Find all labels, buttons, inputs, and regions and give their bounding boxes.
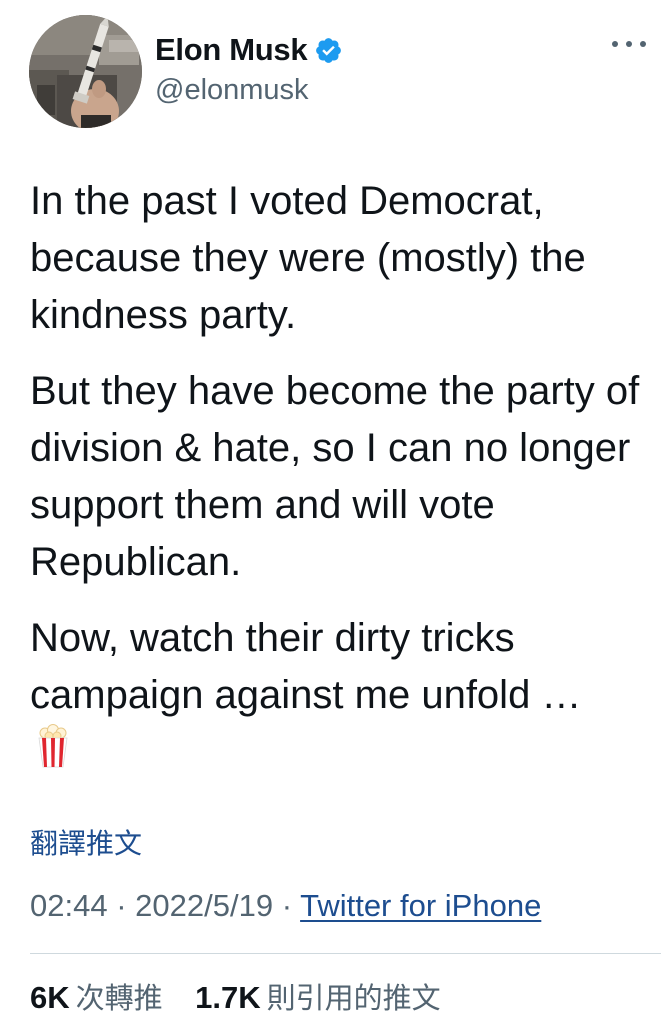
tweet-paragraph: Now, watch their dirty tricks campaign a… xyxy=(30,616,582,717)
meta-separator: · xyxy=(281,888,293,923)
tweet-stats: 6K 次轉推 1.7K 則引用的推文 xyxy=(30,975,441,1017)
handle[interactable]: @elonmusk xyxy=(155,74,343,107)
tweet-source-link[interactable]: Twitter for iPhone xyxy=(300,888,541,923)
retweets-count: 6K xyxy=(30,980,70,1015)
quotes-count: 1.7K xyxy=(195,980,261,1015)
verified-badge-icon xyxy=(314,36,343,65)
profile-photo-rocket-model xyxy=(29,15,142,128)
retweets-label: 次轉推 xyxy=(75,981,163,1015)
dot xyxy=(612,41,618,47)
name-row: Elon Musk xyxy=(155,28,343,72)
retweets-stat[interactable]: 6K 次轉推 xyxy=(30,980,172,1015)
display-name[interactable]: Elon Musk xyxy=(155,32,308,68)
author-block[interactable]: Elon Musk @elonmusk xyxy=(155,28,343,107)
meta-separator: · xyxy=(116,888,127,923)
more-horizontal-icon[interactable] xyxy=(612,34,646,54)
tweet-paragraph: But they have become the party of divisi… xyxy=(30,369,640,584)
tweet-paragraph: In the past I voted Democrat, because th… xyxy=(30,179,586,337)
divider xyxy=(30,953,661,954)
tweet-time[interactable]: 02:44 xyxy=(30,888,108,923)
quotes-label: 則引用的推文 xyxy=(266,981,441,1015)
avatar[interactable] xyxy=(29,15,142,128)
popcorn-emoji-icon xyxy=(37,724,69,768)
tweet-meta: 02:44 · 2022/5/19 · Twitter for iPhone xyxy=(30,888,541,924)
quotes-stat[interactable]: 1.7K 則引用的推文 xyxy=(195,980,441,1015)
dot xyxy=(626,41,632,47)
dot xyxy=(640,41,646,47)
translate-tweet-link[interactable]: 翻譯推文 xyxy=(30,822,142,862)
tweet-date[interactable]: 2022/5/19 xyxy=(135,888,273,923)
